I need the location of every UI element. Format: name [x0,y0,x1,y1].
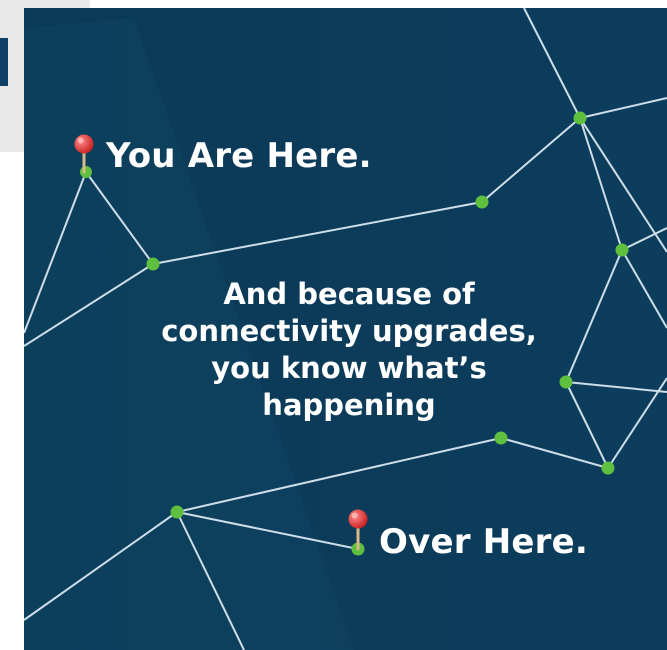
promo-graphic: You Are Here. And because of connectivit… [24,8,667,650]
page: You Are Here. And because of connectivit… [0,0,667,650]
headline-bottom: Over Here. [379,522,588,562]
body-copy: And because of connectivity upgrades, yo… [114,276,584,424]
body-line-2: connectivity upgrades, [161,314,537,348]
body-line-3: you know what’s [211,351,487,385]
body-line-4: happening [262,388,436,422]
headline-top: You Are Here. [106,136,372,176]
side-tab [0,38,8,86]
body-line-1: And because of [223,277,475,311]
